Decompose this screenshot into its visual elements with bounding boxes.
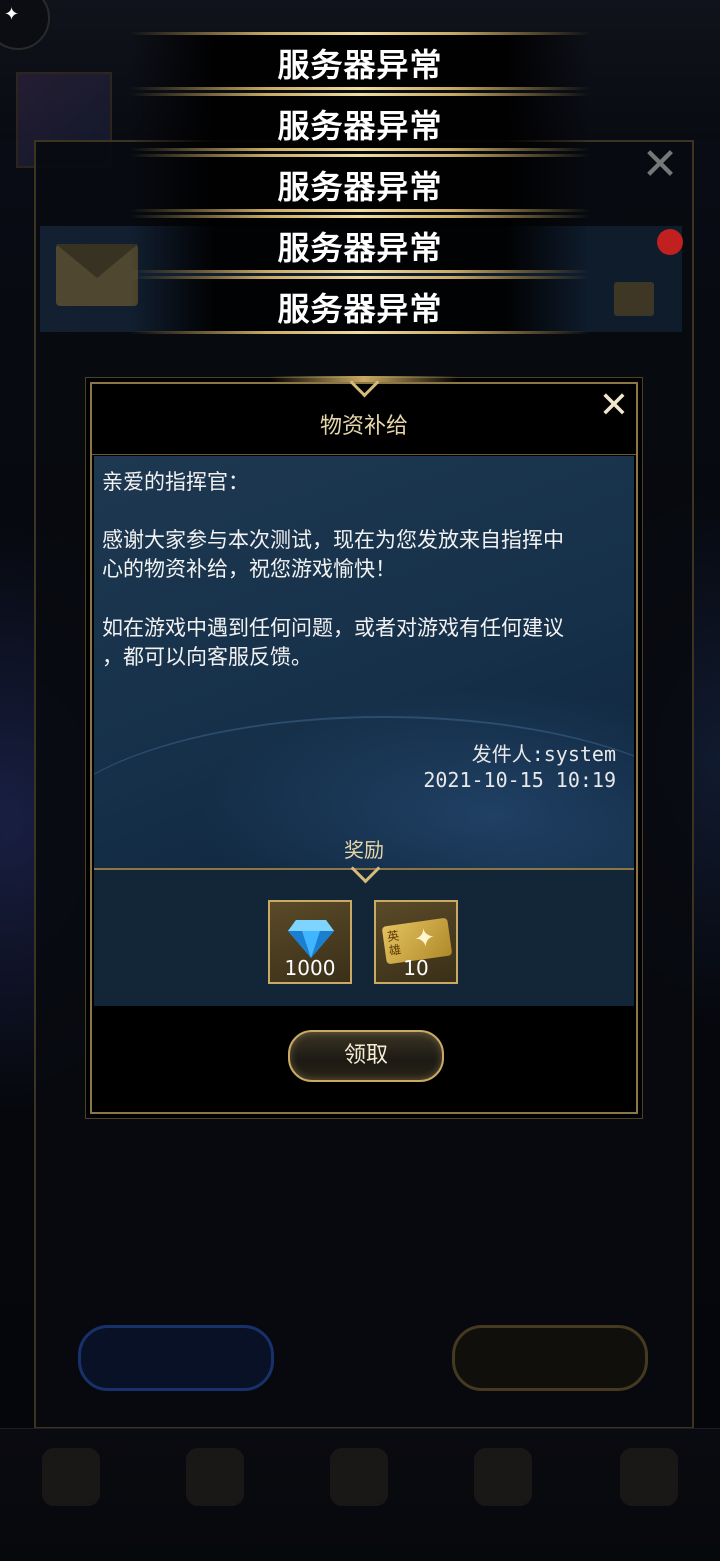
toast-text: 服务器异常 [277,168,443,206]
server-error-toast: 服务器异常 [130,215,590,273]
reward-item-hero-ticket[interactable]: 英雄 ✦ 10 [374,900,458,984]
reward-count: 10 [403,956,429,980]
background-nav-item [160,1448,270,1548]
server-error-toast: 服务器异常 [130,93,590,151]
server-error-toast: 服务器异常 [130,276,590,334]
background-nav-item [594,1448,704,1548]
server-error-toast: 服务器异常 [130,32,590,90]
toast-text: 服务器异常 [277,107,443,145]
message-sender: 发件人:system [471,742,616,766]
mail-detail-dialog: 物资补给 ✕ 亲爱的指挥官： 感谢大家参与本次测试，现在为您发放来自指挥中 心的… [90,367,638,1114]
toast-text: 服务器异常 [277,290,443,328]
sparkle-icon: ✦ [4,4,20,25]
background-delete-read-button [78,1325,274,1391]
claim-button[interactable]: 领取 [288,1030,444,1082]
message-date: 2021-10-15 10:19 [423,768,616,792]
toast-text: 服务器异常 [277,229,443,267]
background-nav-item [448,1448,558,1548]
background-nav-item [304,1448,414,1548]
message-paragraph-line: 感谢大家参与本次测试，现在为您发放来自指挥中 [102,528,564,552]
message-paragraph-line: 心的物资补给，祝您游戏愉快！ [102,557,396,581]
reward-strip: 1000 英雄 ✦ 10 [94,853,634,1006]
dialog-title: 物资补给 [319,414,408,439]
background-nav-item [16,1448,126,1548]
background-claim-all-button [452,1325,648,1391]
message-paragraph-line: 如在游戏中遇到任何问题，或者对游戏有任何建议 [102,616,564,640]
message-body: 亲爱的指挥官： 感谢大家参与本次测试，现在为您发放来自指挥中 心的物资补给，祝您… [94,456,634,1006]
envelope-icon [56,244,138,306]
server-error-toast: 服务器异常 [130,154,590,212]
reward-count: 1000 [284,956,336,980]
message-greeting: 亲爱的指挥官： [102,470,249,494]
reward-item-diamond[interactable]: 1000 [268,900,352,984]
toast-text: 服务器异常 [277,46,443,84]
unread-dot [657,229,683,255]
diamond-icon [288,920,334,958]
message-paragraph-line: ，都可以向客服反馈。 [102,645,312,669]
background-close-icon: ✕ [641,139,679,190]
gift-icon [614,282,654,316]
close-icon[interactable]: ✕ [594,386,634,426]
dialog-header: 物资补给 ✕ [92,384,636,455]
